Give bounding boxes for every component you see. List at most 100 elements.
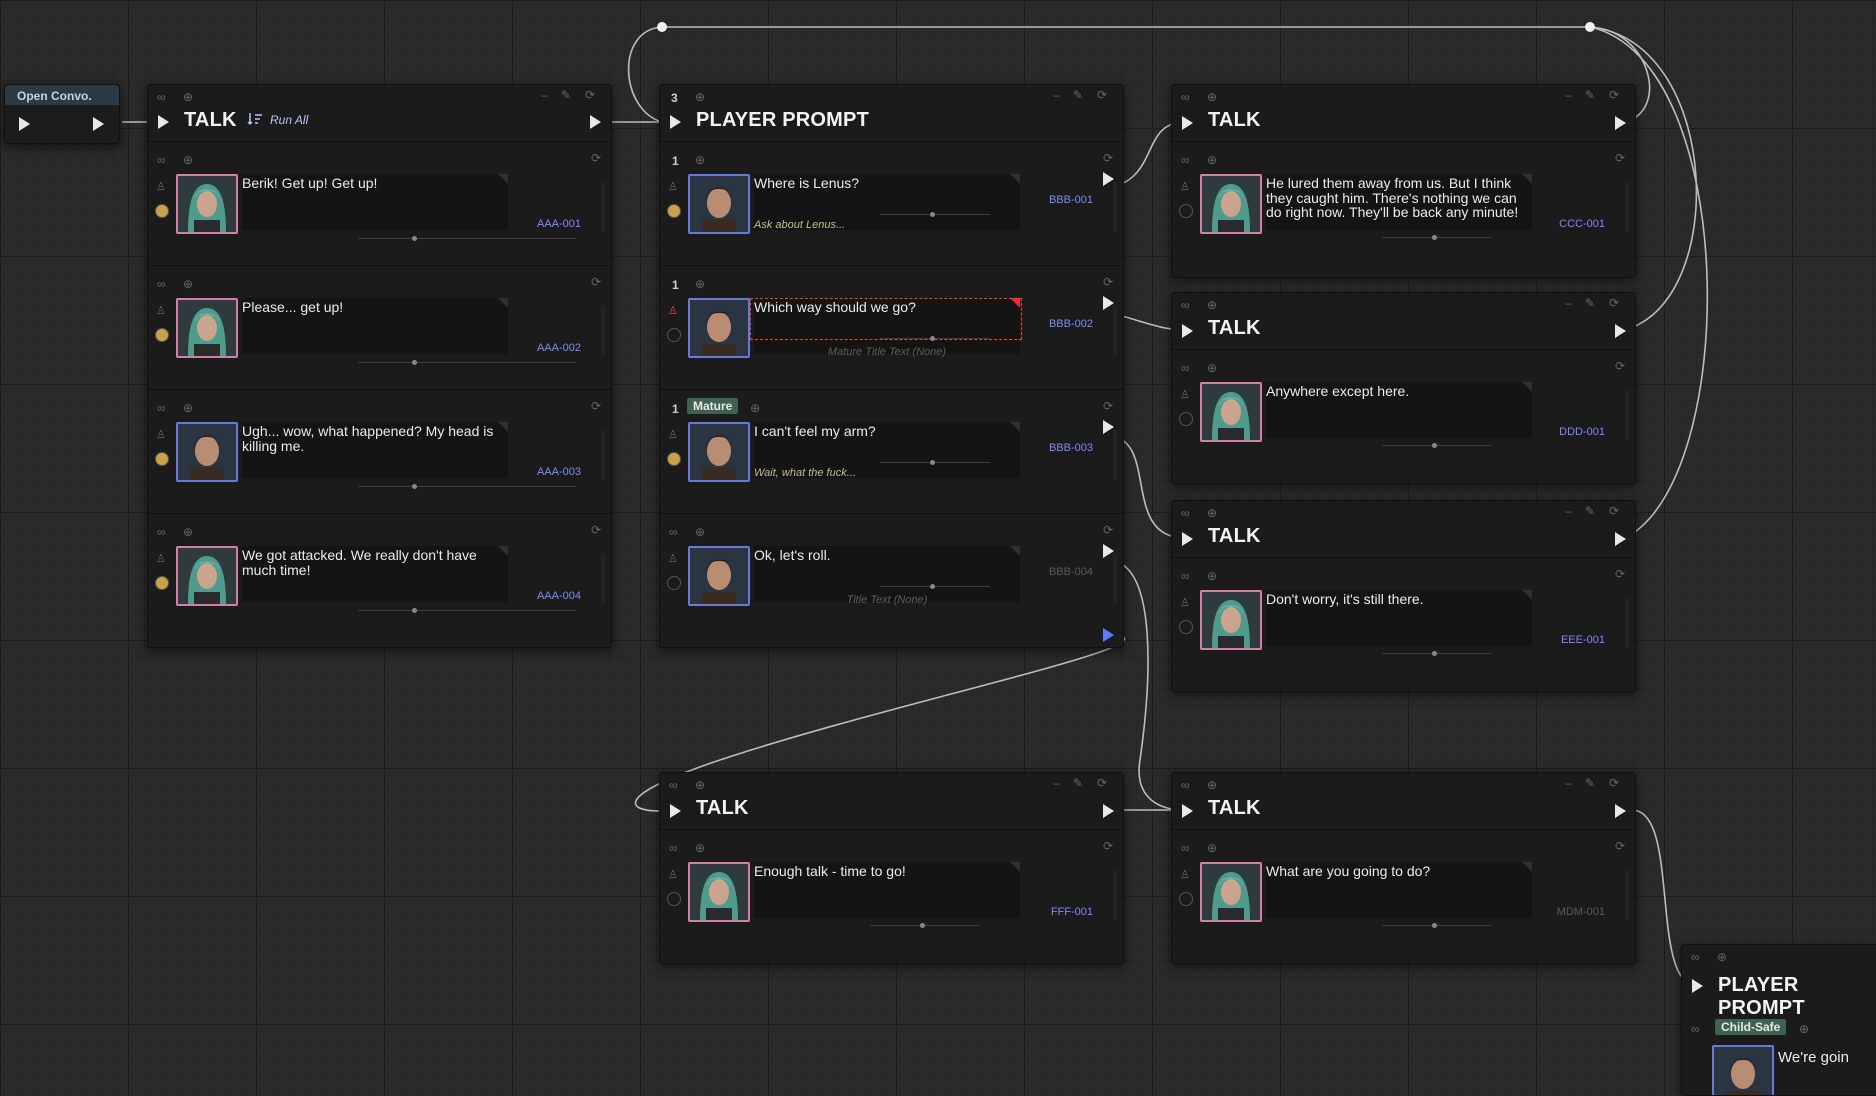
volume-slider[interactable]	[880, 584, 990, 589]
refresh-icon[interactable]: ⟳	[585, 89, 595, 101]
volume-slider[interactable]	[358, 360, 576, 365]
dialogue-row[interactable]: ∞ ⊕ ⟳ ♙ Ugh... wow, what happened? My head i…	[148, 389, 611, 494]
exec-out-pin[interactable]	[1103, 804, 1114, 818]
add-icon[interactable]: ⊕	[1207, 570, 1217, 582]
exec-in-pin[interactable]	[670, 115, 681, 129]
refresh-icon[interactable]: ⟳	[1103, 152, 1113, 164]
emotion-icon[interactable]	[155, 452, 169, 466]
refresh-icon[interactable]: ⟳	[1615, 360, 1625, 372]
add-icon[interactable]: ⊕	[1207, 362, 1217, 374]
add-icon[interactable]: ⊕	[183, 278, 193, 290]
speaker-icon[interactable]: ♙	[1180, 870, 1190, 881]
loop-icon[interactable]: ∞	[669, 842, 678, 854]
portrait[interactable]	[176, 422, 238, 482]
volume-slider[interactable]	[358, 608, 576, 613]
add-icon[interactable]: ⊕	[695, 779, 705, 791]
add-icon[interactable]: ⊕	[695, 842, 705, 854]
speaker-icon[interactable]: ♙	[668, 306, 678, 317]
talk-node-a[interactable]: ∞ ⊕ – ✎ ⟳ TALK Run All ∞ ⊕ ⟳ ♙ Berik! Get up…	[147, 84, 612, 648]
portrait[interactable]	[176, 546, 238, 606]
title-text-none[interactable]: Mature Title Text (None)	[754, 346, 1020, 358]
exec-out-pin-default[interactable]	[1103, 628, 1114, 642]
dialogue-text[interactable]: Berik! Get up! Get up!	[242, 176, 510, 191]
dialogue-row[interactable]: ∞ ⊕ ⟳ ♙ Please... get up! AAA-002	[148, 265, 611, 370]
add-icon[interactable]: ⊕	[1207, 299, 1217, 311]
dialogue-row[interactable]: ∞ ⊕ ⟳ ♙ Anywhere except here. DDD-001	[1172, 349, 1635, 454]
dialogue-row[interactable]: ∞ ⊕ ⟳ ♙ He lured them away from us. But I th…	[1172, 141, 1635, 246]
add-icon[interactable]: ⊕	[1207, 842, 1217, 854]
exec-out-pin[interactable]	[1103, 420, 1114, 434]
volume-slider[interactable]	[870, 923, 980, 928]
speaker-icon[interactable]: ♙	[156, 182, 166, 193]
loop-icon[interactable]: ∞	[1181, 779, 1190, 791]
exec-in-pin[interactable]	[1182, 324, 1193, 338]
row-scrollbar[interactable]	[1113, 182, 1117, 232]
emotion-icon[interactable]	[1179, 892, 1193, 906]
tag-icon[interactable]: ✎	[561, 89, 571, 101]
emotion-icon[interactable]	[667, 452, 681, 466]
speaker-icon[interactable]: ♙	[1180, 598, 1190, 609]
tag-icon[interactable]: ✎	[1585, 505, 1595, 517]
exec-in-pin[interactable]	[1692, 979, 1703, 993]
add-icon[interactable]: ⊕	[183, 402, 193, 414]
portrait[interactable]	[1712, 1045, 1774, 1095]
dialogue-row[interactable]: ∞ ⊕ ⟳ ♙ We got attacked. We really don't hav…	[148, 513, 611, 618]
tag-icon[interactable]: ✎	[1073, 89, 1083, 101]
speaker-icon[interactable]: ♙	[668, 182, 678, 193]
collapse-icon[interactable]: –	[1565, 777, 1572, 789]
collapse-icon[interactable]: –	[1565, 297, 1572, 309]
refresh-icon[interactable]: ⟳	[1609, 89, 1619, 101]
speaker-icon[interactable]: ♙	[1180, 390, 1190, 401]
tag-icon[interactable]: ✎	[1073, 777, 1083, 789]
open-convo-node[interactable]: Open Convo.	[4, 84, 120, 144]
volume-slider[interactable]	[1382, 651, 1492, 656]
menu-text[interactable]: Ask about Lenus...	[754, 219, 845, 231]
loop-icon[interactable]: ∞	[157, 278, 166, 290]
run-all-icon[interactable]	[247, 112, 263, 126]
refresh-icon[interactable]: ⟳	[591, 276, 601, 288]
add-icon[interactable]: ⊕	[183, 154, 193, 166]
loop-icon[interactable]: ∞	[157, 91, 166, 103]
add-icon[interactable]: ⊕	[695, 278, 705, 290]
row-scrollbar[interactable]	[1625, 390, 1629, 440]
exec-out-pin[interactable]	[1615, 804, 1626, 818]
add-icon[interactable]: ⊕	[1799, 1023, 1809, 1035]
exec-out-pin[interactable]	[1103, 172, 1114, 186]
exec-out-pin[interactable]	[1615, 532, 1626, 546]
refresh-icon[interactable]: ⟳	[1609, 505, 1619, 517]
loop-icon[interactable]: ∞	[157, 402, 166, 414]
menu-text[interactable]: Wait, what the fuck...	[754, 467, 856, 479]
dialogue-text[interactable]: What are you going to do?	[1266, 864, 1534, 879]
refresh-icon[interactable]: ⟳	[1097, 89, 1107, 101]
portrait[interactable]	[688, 546, 750, 606]
exec-in-pin[interactable]	[158, 115, 169, 129]
emotion-icon[interactable]	[667, 892, 681, 906]
loop-icon[interactable]: ∞	[1181, 362, 1190, 374]
speaker-icon[interactable]: ♙	[156, 554, 166, 565]
exec-out-pin[interactable]	[1615, 324, 1626, 338]
loop-icon[interactable]: ∞	[1181, 842, 1190, 854]
emotion-icon[interactable]	[1179, 204, 1193, 218]
refresh-icon[interactable]: ⟳	[1103, 400, 1113, 412]
talk-eee-node[interactable]: ∞ ⊕ – ✎ ⟳ TALK ∞ ⊕ ⟳ ♙ Don't worry, it's still the…	[1171, 500, 1636, 692]
portrait[interactable]	[688, 862, 750, 922]
refresh-icon[interactable]: ⟳	[1609, 777, 1619, 789]
refresh-icon[interactable]: ⟳	[1097, 777, 1107, 789]
child-safe-badge[interactable]: Child-Safe	[1715, 1019, 1787, 1035]
portrait[interactable]	[688, 174, 750, 234]
add-icon[interactable]: ⊕	[1207, 91, 1217, 103]
emotion-icon[interactable]	[155, 204, 169, 218]
add-icon[interactable]: ⊕	[1207, 507, 1217, 519]
portrait[interactable]	[1200, 862, 1262, 922]
refresh-icon[interactable]: ⟳	[1103, 524, 1113, 536]
row-scrollbar[interactable]	[601, 306, 605, 356]
volume-slider[interactable]	[880, 460, 990, 465]
emotion-icon[interactable]	[667, 328, 681, 342]
volume-slider[interactable]	[358, 484, 576, 489]
talk-ddd-node[interactable]: ∞ ⊕ – ✎ ⟳ TALK ∞ ⊕ ⟳ ♙ Anywhere except here. DDD-00…	[1171, 292, 1636, 484]
talk-fff-node[interactable]: ∞ ⊕ – ✎ ⟳ TALK ∞ ⊕ ⟳ ♙ Enough talk - time to go! FF…	[659, 772, 1124, 964]
dialogue-row[interactable]: ∞ ⊕ ⟳ ♙ What are you going to do? MDM-001	[1172, 829, 1635, 934]
exec-in-pin[interactable]	[1182, 532, 1193, 546]
dialogue-text[interactable]: We got attacked. We really don't have mu…	[242, 548, 510, 577]
loop-icon[interactable]: ∞	[157, 526, 166, 538]
